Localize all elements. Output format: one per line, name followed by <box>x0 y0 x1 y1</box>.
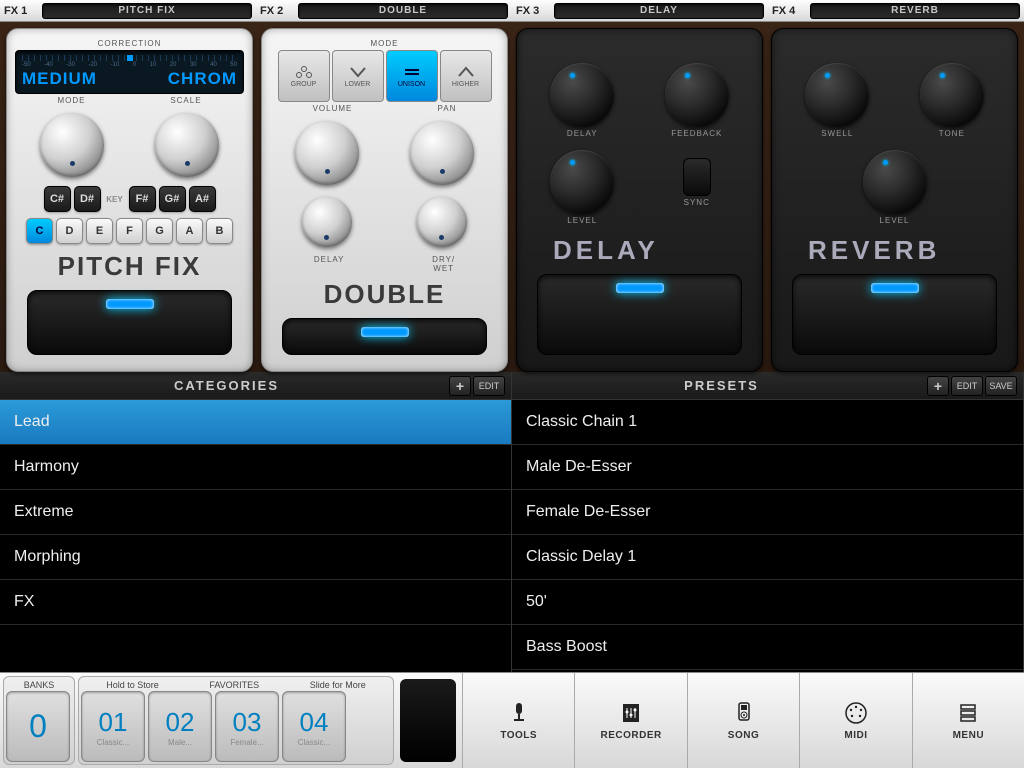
pedal-title: DELAY <box>525 231 754 270</box>
list-item[interactable]: 50' <box>512 580 1023 625</box>
fx-slot-2[interactable]: FX 2DOUBLE <box>256 0 512 21</box>
led-icon <box>361 327 409 337</box>
banks-button[interactable]: 0 <box>6 691 70 762</box>
save-preset-button[interactable]: SAVE <box>985 376 1017 396</box>
black-keys: C# D# KEY F# G# A# <box>15 183 244 215</box>
list-item[interactable]: Classic Chain 1 <box>512 400 1023 445</box>
drywet-knob[interactable] <box>417 197 467 247</box>
list-item[interactable]: Arena <box>512 670 1023 672</box>
presets-column: PRESETS + EDIT SAVE Classic Chain 1 Male… <box>512 372 1024 672</box>
key-f-sharp[interactable]: F# <box>129 186 156 212</box>
tools-button[interactable]: TOOLS <box>462 673 574 768</box>
list-item[interactable]: Classic Delay 1 <box>512 535 1023 580</box>
key-g[interactable]: G <box>146 218 173 244</box>
mode-lower[interactable]: LOWER <box>332 50 384 102</box>
lcd-display: -50-40-30-20-1001020304050 MEDIUMCHROM <box>15 50 244 94</box>
key-g-sharp[interactable]: G# <box>159 186 186 212</box>
lcd-mode: MEDIUM <box>22 69 97 89</box>
swell-knob[interactable] <box>805 63 869 127</box>
song-button[interactable]: SONG <box>687 673 799 768</box>
list-item[interactable]: Male De-Esser <box>512 445 1023 490</box>
fx-slot-1[interactable]: FX 1PITCH FIX <box>0 0 256 21</box>
footswitch[interactable] <box>792 274 997 355</box>
bottom-toolbar: BANKS 0 Hold to StoreFAVORITESSlide for … <box>0 672 1024 768</box>
list-item[interactable]: Extreme <box>0 490 511 535</box>
pan-knob[interactable] <box>410 121 474 185</box>
fx-slot-3[interactable]: FX 3DELAY <box>512 0 768 21</box>
fx-header: FX 1PITCH FIX FX 2DOUBLE FX 3DELAY FX 4R… <box>0 0 1024 22</box>
level-knob[interactable] <box>550 150 614 214</box>
white-keys: C D E F G A B <box>15 215 244 247</box>
categories-title: CATEGORIES <box>6 378 447 393</box>
presets-list[interactable]: Classic Chain 1 Male De-Esser Female De-… <box>512 400 1023 672</box>
categories-list[interactable]: Lead Harmony Extreme Morphing FX <box>0 400 511 672</box>
pedal-title: REVERB <box>780 231 1009 270</box>
menu-button[interactable]: MENU <box>912 673 1024 768</box>
volume-knob[interactable] <box>295 121 359 185</box>
footswitch[interactable] <box>537 274 742 355</box>
scale-knob[interactable] <box>155 113 219 177</box>
correction-label: CORRECTION <box>15 37 244 50</box>
list-item[interactable]: FX <box>0 580 511 625</box>
favorite-slot-3[interactable]: 03Female... <box>215 691 279 762</box>
fx-slot-4[interactable]: FX 4REVERB <box>768 0 1024 21</box>
key-f[interactable]: F <box>116 218 143 244</box>
favorites-label: FAVORITES <box>209 680 259 690</box>
pedal-double: MODE GROUP LOWER UNISON HIGHER VOLUMEPAN… <box>261 28 508 372</box>
list-item[interactable]: Bass Boost <box>512 625 1023 670</box>
tone-knob[interactable] <box>920 63 984 127</box>
browser-panel: CATEGORIES + EDIT Lead Harmony Extreme M… <box>0 372 1024 672</box>
recorder-button[interactable]: RECORDER <box>574 673 686 768</box>
mini-footswitch[interactable] <box>400 679 456 762</box>
pedal-title: PITCH FIX <box>15 247 244 286</box>
presets-title: PRESETS <box>518 378 925 393</box>
key-a[interactable]: A <box>176 218 203 244</box>
key-d[interactable]: D <box>56 218 83 244</box>
mode-group[interactable]: GROUP <box>278 50 330 102</box>
pedal-delay: DELAY FEEDBACK LEVEL SYNC DELAY <box>516 28 763 372</box>
list-item[interactable]: Female De-Esser <box>512 490 1023 535</box>
pedal-reverb: SWELL TONE LEVEL REVERB <box>771 28 1018 372</box>
mode-unison[interactable]: UNISON <box>386 50 438 102</box>
list-item[interactable]: Lead <box>0 400 511 445</box>
delay-knob[interactable] <box>302 197 352 247</box>
edit-category-button[interactable]: EDIT <box>473 376 505 396</box>
sync-button[interactable] <box>683 158 711 196</box>
lcd-scale: CHROM <box>168 69 237 89</box>
pedal-rack: CORRECTION -50-40-30-20-1001020304050 ME… <box>0 22 1024 372</box>
favorite-slot-1[interactable]: 01Classic... <box>81 691 145 762</box>
delay-time-knob[interactable] <box>550 63 614 127</box>
reverb-level-knob[interactable] <box>863 150 927 214</box>
footswitch[interactable] <box>282 318 487 355</box>
key-e[interactable]: E <box>86 218 113 244</box>
favorite-slot-4[interactable]: 04Classic... <box>282 691 346 762</box>
add-category-button[interactable]: + <box>449 376 471 396</box>
list-item[interactable]: Harmony <box>0 445 511 490</box>
add-preset-button[interactable]: + <box>927 376 949 396</box>
banks-label: BANKS <box>24 680 55 690</box>
led-icon <box>106 299 154 309</box>
led-icon <box>871 283 919 293</box>
list-item[interactable]: Morphing <box>0 535 511 580</box>
edit-preset-button[interactable]: EDIT <box>951 376 983 396</box>
favorite-slot-2[interactable]: 02Male... <box>148 691 212 762</box>
pedal-pitch-fix: CORRECTION -50-40-30-20-1001020304050 ME… <box>6 28 253 372</box>
led-icon <box>616 283 664 293</box>
key-c-sharp[interactable]: C# <box>44 186 71 212</box>
key-a-sharp[interactable]: A# <box>189 186 216 212</box>
mode-knob[interactable] <box>40 113 104 177</box>
key-c[interactable]: C <box>26 218 53 244</box>
feedback-knob[interactable] <box>665 63 729 127</box>
categories-column: CATEGORIES + EDIT Lead Harmony Extreme M… <box>0 372 512 672</box>
pedal-title: DOUBLE <box>270 275 499 314</box>
key-d-sharp[interactable]: D# <box>74 186 101 212</box>
key-b[interactable]: B <box>206 218 233 244</box>
footswitch[interactable] <box>27 290 232 355</box>
midi-button[interactable]: MIDI <box>799 673 911 768</box>
mode-higher[interactable]: HIGHER <box>440 50 492 102</box>
